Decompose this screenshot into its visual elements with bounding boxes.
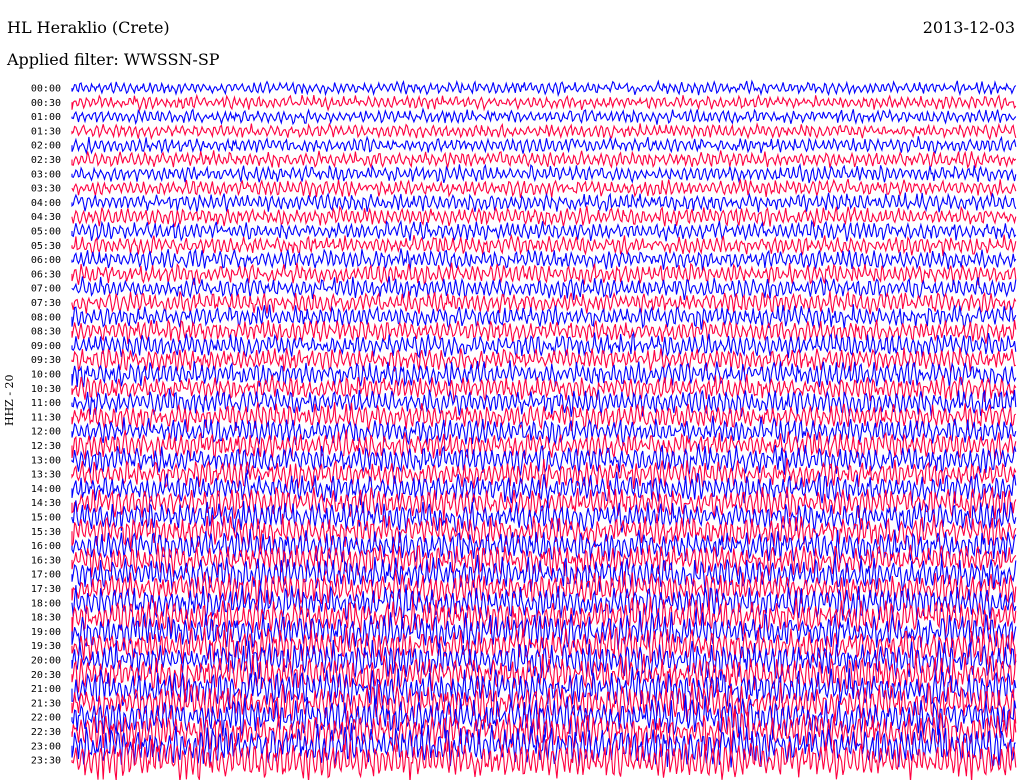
row-time-label: 15:00: [31, 513, 61, 524]
row-time-label: 07:30: [31, 298, 61, 309]
row-time-label: 11:30: [31, 412, 61, 423]
row-time-label: 13:00: [31, 455, 61, 466]
row-time-label: 12:30: [31, 441, 61, 452]
row-time-label: 14:00: [31, 484, 61, 495]
row-time-label: 16:00: [31, 541, 61, 552]
row-time-label: 13:30: [31, 470, 61, 481]
row-time-label: 19:00: [31, 627, 61, 638]
row-time-label: 23:00: [31, 741, 61, 752]
trace-row: [71, 738, 1017, 780]
row-time-label: 06:00: [31, 255, 61, 266]
row-time-label: 09:00: [31, 341, 61, 352]
trace-row: [71, 150, 1017, 170]
row-time-label: 03:30: [31, 184, 61, 195]
row-time-label: 01:00: [31, 112, 61, 123]
row-time-label: 12:00: [31, 427, 61, 438]
row-time-label: 04:30: [31, 212, 61, 223]
row-time-label: 05:30: [31, 241, 61, 252]
row-time-label: 20:00: [31, 656, 61, 667]
row-time-label: 02:30: [31, 155, 61, 166]
row-time-label: 08:00: [31, 312, 61, 323]
row-time-label: 03:00: [31, 169, 61, 180]
row-time-label: 07:00: [31, 284, 61, 295]
row-time-label: 19:30: [31, 641, 61, 652]
row-time-label: 21:30: [31, 698, 61, 709]
trace-row: [71, 79, 1017, 98]
row-time-label: 18:00: [31, 598, 61, 609]
row-time-label: 15:30: [31, 527, 61, 538]
trace-row: [71, 162, 1017, 184]
row-time-label: 02:00: [31, 141, 61, 152]
row-time-label: 10:00: [31, 370, 61, 381]
trace-row: [71, 178, 1017, 198]
row-time-label: 20:30: [31, 670, 61, 681]
trace-row: [71, 107, 1017, 126]
row-time-label: 18:30: [31, 613, 61, 624]
row-time-label: 16:30: [31, 555, 61, 566]
row-time-label: 05:00: [31, 227, 61, 238]
trace-row: [71, 192, 1017, 213]
trace-row: [71, 554, 1017, 593]
row-time-label: 17:30: [31, 584, 61, 595]
row-time-label: 17:00: [31, 570, 61, 581]
row-time-label: 11:00: [31, 398, 61, 409]
row-time-label: 04:00: [31, 198, 61, 209]
row-time-label: 08:30: [31, 327, 61, 338]
row-time-label: 22:30: [31, 727, 61, 738]
row-time-label: 00:00: [31, 84, 61, 95]
trace-row: [71, 122, 1017, 141]
trace-row: [71, 248, 1017, 272]
row-time-label: 09:30: [31, 355, 61, 366]
row-time-label: 06:30: [31, 269, 61, 280]
trace-row: [71, 93, 1017, 113]
trace-layer: [71, 79, 1017, 780]
trace-row: [71, 219, 1017, 242]
row-time-label: 23:30: [31, 756, 61, 767]
time-label-layer: 00:00 00:30 01:00 01:30 02:00 02:30 03:00 03:30…: [31, 84, 61, 767]
row-time-label: 21:00: [31, 684, 61, 695]
row-time-label: 22:00: [31, 713, 61, 724]
row-time-label: 10:30: [31, 384, 61, 395]
seismogram-plot: 00:00 00:30 01:00 01:30 02:00 02:30 03:00 03:30…: [31, 79, 1017, 780]
row-time-label: 00:30: [31, 98, 61, 109]
row-time-label: 01:30: [31, 126, 61, 137]
row-time-label: 14:30: [31, 498, 61, 509]
